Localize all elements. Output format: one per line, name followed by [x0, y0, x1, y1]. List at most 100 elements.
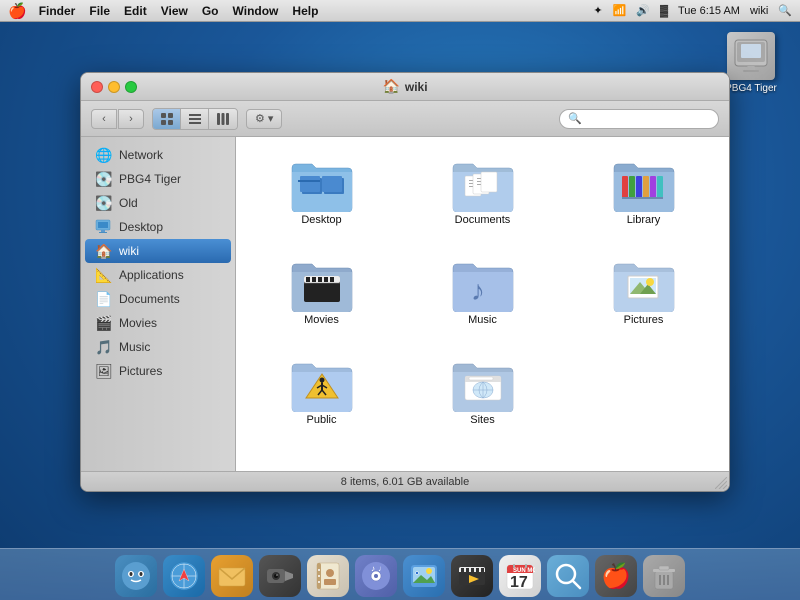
- list-view-button[interactable]: [181, 109, 209, 129]
- dock-item-spotlight[interactable]: [546, 554, 590, 598]
- mail-icon: [217, 561, 247, 591]
- clock: Tue 6:15 AM: [678, 5, 740, 17]
- file-label-documents: Documents: [455, 214, 511, 226]
- action-button[interactable]: ⚙ ▾: [246, 109, 282, 129]
- folder-icon-music: ♪: [451, 258, 515, 312]
- window-title: 🏠 wiki: [382, 78, 427, 95]
- search-icon: 🔍: [568, 112, 582, 125]
- trash-icon: [649, 561, 679, 591]
- sidebar-label-music: Music: [119, 340, 150, 354]
- folder-icon-sites: [451, 358, 515, 412]
- dock-item-isight[interactable]: [258, 554, 302, 598]
- minimize-button[interactable]: [108, 81, 120, 93]
- file-item-library[interactable]: Library: [573, 152, 714, 232]
- dock-item-iphoto[interactable]: [402, 554, 446, 598]
- wiki-icon: 🏠: [95, 242, 113, 260]
- maximize-button[interactable]: [125, 81, 137, 93]
- svg-text:♩: ♩: [378, 564, 386, 573]
- sidebar-item-applications[interactable]: 📐 Applications: [85, 263, 231, 287]
- old-icon: 💽: [95, 194, 113, 212]
- finder-content: 🌐 Network 💽 PBG4 Tiger 💽 Old: [81, 137, 729, 490]
- file-item-sites[interactable]: Sites: [412, 352, 553, 432]
- file-item-music[interactable]: ♪ Music: [412, 252, 553, 332]
- status-bar: 8 items, 6.01 GB available: [81, 471, 729, 491]
- search-box[interactable]: 🔍: [559, 109, 719, 129]
- imovie-icon: [457, 561, 487, 591]
- file-label-music: Music: [468, 314, 497, 326]
- sidebar-item-network[interactable]: 🌐 Network: [85, 143, 231, 167]
- sidebar-item-pictures[interactable]: 🖼 Pictures: [85, 359, 231, 383]
- ical-icon: SUN MON 17: [505, 561, 535, 591]
- dock-item-itunes[interactable]: ♪ ♩: [354, 554, 398, 598]
- applications-icon: 📐: [95, 266, 113, 284]
- folder-icon-desktop: [290, 158, 354, 212]
- folder-icon-public: [290, 358, 354, 412]
- dock-item-addressbook[interactable]: [306, 554, 350, 598]
- file-item-documents[interactable]: Documents: [412, 152, 553, 232]
- window-title-text: wiki: [405, 80, 428, 94]
- icon-view-button[interactable]: [153, 109, 181, 129]
- dock: ♪ ♩: [0, 548, 800, 600]
- username: wiki: [750, 5, 768, 17]
- folder-icon-movies: [290, 258, 354, 312]
- menu-go[interactable]: Go: [202, 4, 219, 18]
- dock-item-trash[interactable]: [642, 554, 686, 598]
- dock-item-finder[interactable]: [114, 554, 158, 598]
- menubar-right: ✦ 📶 🔊 ▓ Tue 6:15 AM wiki 🔍: [593, 4, 792, 17]
- file-item-movies[interactable]: Movies: [251, 252, 392, 332]
- file-label-sites: Sites: [470, 414, 494, 426]
- sidebar-item-pbg4tiger[interactable]: 💽 PBG4 Tiger: [85, 167, 231, 191]
- music-icon: 🎵: [95, 338, 113, 356]
- file-label-library: Library: [627, 214, 661, 226]
- dock-item-safari[interactable]: [162, 554, 206, 598]
- sidebar-label-wiki: wiki: [119, 244, 139, 258]
- window-title-icon: 🏠: [382, 78, 399, 95]
- menu-window[interactable]: Window: [233, 4, 279, 18]
- menubar: 🍎 Finder File Edit View Go Window Help ✦…: [0, 0, 800, 22]
- battery-icon: ▓: [660, 5, 668, 17]
- file-item-pictures[interactable]: Pictures: [573, 252, 714, 332]
- sidebar-item-wiki[interactable]: 🏠 wiki: [85, 239, 231, 263]
- sidebar-item-music[interactable]: 🎵 Music: [85, 335, 231, 359]
- menu-help[interactable]: Help: [292, 4, 318, 18]
- bluetooth-icon: ✦: [593, 4, 602, 17]
- svg-text:17: 17: [510, 574, 528, 591]
- file-label-public: Public: [307, 414, 337, 426]
- dock-item-apple[interactable]: 🍎: [594, 554, 638, 598]
- titlebar: 🏠 wiki: [81, 73, 729, 101]
- apple-dock-icon: 🍎: [601, 562, 631, 591]
- apple-menu[interactable]: 🍎: [8, 2, 27, 20]
- forward-button[interactable]: ›: [118, 109, 144, 129]
- toolbar: ‹ ›: [81, 101, 729, 137]
- sidebar-item-movies[interactable]: 🎬 Movies: [85, 311, 231, 335]
- sidebar: 🌐 Network 💽 PBG4 Tiger 💽 Old: [81, 137, 236, 490]
- sidebar-label-documents: Documents: [119, 292, 180, 306]
- folder-icon-library: [612, 158, 676, 212]
- menu-edit[interactable]: Edit: [124, 4, 147, 18]
- sidebar-item-desktop[interactable]: Desktop: [85, 215, 231, 239]
- sidebar-item-documents[interactable]: 📄 Documents: [85, 287, 231, 311]
- dock-item-ical[interactable]: SUN MON 17: [498, 554, 542, 598]
- view-buttons: [152, 108, 238, 130]
- drive-label: PBG4 Tiger: [725, 83, 777, 94]
- finder-icon: [121, 561, 151, 591]
- sidebar-label-network: Network: [119, 148, 163, 162]
- file-label-movies: Movies: [304, 314, 339, 326]
- back-button[interactable]: ‹: [91, 109, 117, 129]
- dock-item-mail[interactable]: [210, 554, 254, 598]
- documents-icon: 📄: [95, 290, 113, 308]
- close-button[interactable]: [91, 81, 103, 93]
- file-item-desktop[interactable]: Desktop: [251, 152, 392, 232]
- resize-handle[interactable]: [715, 477, 727, 489]
- file-item-public[interactable]: Public: [251, 352, 392, 432]
- sidebar-label-movies: Movies: [119, 316, 157, 330]
- addressbook-icon: [313, 561, 343, 591]
- column-view-button[interactable]: [209, 109, 237, 129]
- sidebar-item-old[interactable]: 💽 Old: [85, 191, 231, 215]
- spotlight-icon[interactable]: 🔍: [778, 4, 792, 17]
- pictures-icon: 🖼: [95, 362, 113, 380]
- menu-finder[interactable]: Finder: [39, 4, 76, 18]
- dock-item-imovie[interactable]: [450, 554, 494, 598]
- menu-view[interactable]: View: [161, 4, 188, 18]
- menu-file[interactable]: File: [89, 4, 110, 18]
